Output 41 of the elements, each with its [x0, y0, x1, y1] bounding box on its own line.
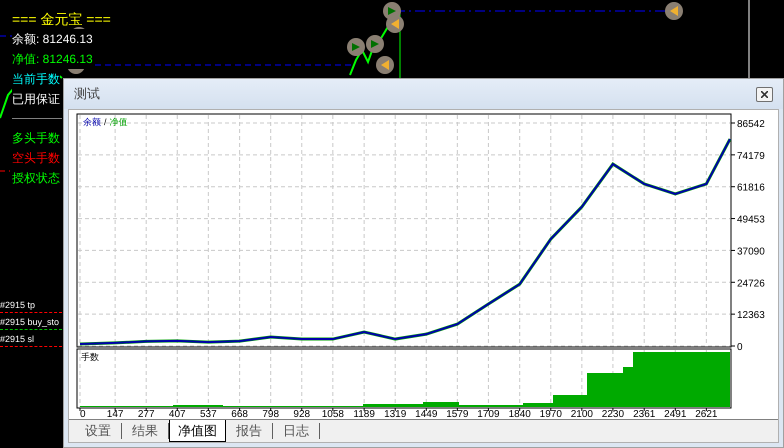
x-tick-label: 2491 — [664, 409, 686, 419]
x-tick-label: 1189 — [353, 409, 375, 419]
x-tick-label: 1449 — [415, 409, 438, 419]
order-label: #2915 tp — [0, 299, 36, 312]
x-tick-label: 928 — [293, 409, 310, 419]
y-tick-label: 74179 — [737, 150, 765, 162]
order-label: #2915 sl — [0, 333, 34, 346]
x-tick-label: 407 — [168, 409, 186, 419]
y-tick-label: 86542 — [737, 119, 765, 130]
indicator-title: === 金元宝 === — [12, 10, 111, 29]
x-tick-label: 1058 — [322, 409, 344, 419]
indicator-line: 空头手数 — [12, 150, 60, 167]
x-tick-label: 2230 — [602, 409, 624, 419]
y-tick-label: 49453 — [737, 214, 765, 226]
y-tick-label: 37090 — [737, 246, 765, 258]
x-tick-label: 2100 — [570, 409, 593, 419]
x-tick-label: 798 — [262, 409, 280, 419]
window-title: 测试 — [74, 85, 100, 104]
x-tick-label: 1709 — [477, 409, 500, 419]
indicator-line: 多头手数 — [12, 130, 60, 147]
legend-label: 余额 — [83, 117, 101, 127]
x-tick-label: 1970 — [540, 409, 562, 419]
indicator-line: 授权状态 — [12, 170, 60, 187]
x-tick-label: 277 — [138, 409, 155, 419]
y-tick-label: 0 — [737, 342, 743, 353]
legend-label: 净值 — [110, 117, 128, 127]
x-tick-label: 2621 — [695, 409, 718, 419]
order-label: #2915 buy_sto — [0, 316, 60, 329]
y-tick-label: 12363 — [737, 310, 765, 322]
x-tick-label: 1319 — [384, 409, 406, 419]
x-tick-label: 2361 — [633, 409, 656, 419]
x-tick-label: 668 — [231, 409, 248, 419]
y-tick-label: 24726 — [737, 278, 765, 290]
y-tick-label: 61816 — [737, 182, 765, 194]
legend-separator: / — [104, 117, 107, 127]
x-tick-label: 0 — [80, 409, 86, 419]
x-tick-label: 147 — [106, 409, 124, 419]
lots-panel-title: 手数 — [81, 352, 99, 362]
x-tick-label: 1840 — [508, 409, 531, 419]
x-tick-label: 537 — [200, 409, 217, 419]
x-tick-label: 1579 — [446, 409, 468, 419]
